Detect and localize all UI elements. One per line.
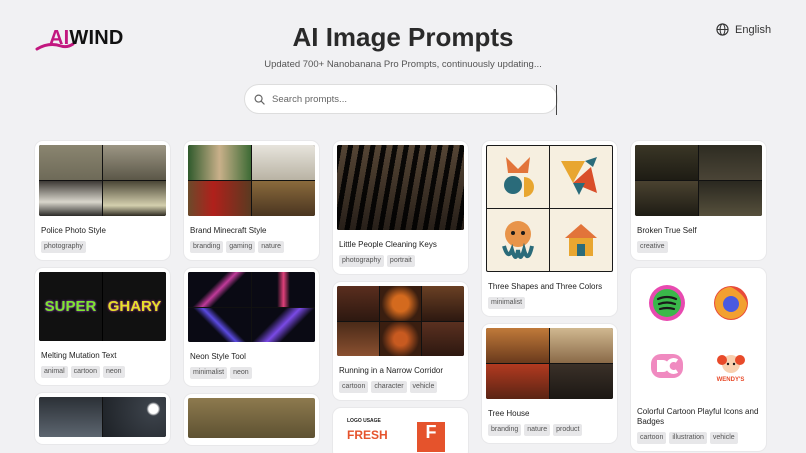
card-title: Colorful Cartoon Playful Icons and Badge…	[637, 407, 759, 426]
search-bar[interactable]	[244, 84, 558, 115]
column-2: Brand Minecraft Style branding gaming na…	[184, 141, 319, 453]
melt-text-ghary: GHARY	[103, 272, 166, 341]
prompt-card[interactable]	[184, 394, 319, 445]
bird-shapes-icon	[561, 157, 597, 195]
column-4: Three Shapes and Three Colors minimalist…	[482, 141, 617, 451]
tag[interactable]: creative	[637, 241, 668, 253]
page-title: AI Image Prompts	[292, 22, 514, 52]
melt-text-super: SUPER	[39, 272, 102, 341]
card-title: Little People Cleaning Keys	[339, 240, 437, 249]
firefox-badge-icon	[713, 286, 748, 320]
prompt-card[interactable]: Little People Cleaning Keys photography …	[333, 141, 468, 274]
card-title: Three Shapes and Three Colors	[488, 282, 603, 291]
prompt-card[interactable]	[35, 393, 170, 444]
tag[interactable]: cartoon	[637, 432, 667, 444]
tag[interactable]: vehicle	[709, 432, 738, 444]
tag[interactable]: neon	[230, 367, 252, 379]
card-thumbnail: LOGO USAGE FRESH F	[337, 412, 464, 452]
tag[interactable]: neon	[102, 366, 125, 378]
fox-shapes-icon	[504, 157, 534, 197]
tag[interactable]: gaming	[226, 241, 256, 253]
tag[interactable]: portrait	[386, 255, 415, 267]
card-tags: cartoon character vehicle	[339, 381, 464, 393]
card-tags: branding nature product	[488, 424, 613, 436]
tag[interactable]: branding	[488, 424, 522, 436]
card-thumbnail	[188, 272, 315, 342]
card-thumbnail	[188, 398, 315, 438]
tag[interactable]: branding	[190, 241, 224, 253]
tag[interactable]: photography	[339, 255, 384, 267]
prompt-card[interactable]: Running in a Narrow Corridor cartoon cha…	[333, 282, 468, 400]
search-icon	[254, 94, 265, 105]
card-tags: minimalist neon	[190, 367, 315, 379]
card-thumbnail	[635, 145, 762, 216]
prompt-card[interactable]: LOGO USAGE FRESH F	[333, 408, 468, 453]
brand-letter: F	[417, 422, 445, 452]
prompt-card[interactable]: Three Shapes and Three Colors minimalist	[482, 141, 617, 316]
tag[interactable]: vehicle	[409, 381, 438, 393]
prompt-card[interactable]: WENDY'S Colorful Cartoon Playful Icons a…	[631, 268, 766, 451]
card-title: Tree House	[488, 409, 530, 418]
card-thumbnail	[486, 328, 613, 399]
prompt-card[interactable]: Broken True Self creative	[631, 141, 766, 260]
card-thumbnail	[39, 397, 166, 437]
text-cursor	[556, 85, 557, 115]
spotify-badge-icon	[648, 285, 685, 321]
tag[interactable]: animal	[41, 366, 68, 378]
card-tags: cartoon illustration vehicle	[637, 432, 762, 444]
wendys-badge-text: WENDY'S	[716, 376, 745, 383]
card-tags: minimalist	[488, 297, 613, 309]
card-tags: photography portrait	[339, 255, 464, 267]
card-title: Running in a Narrow Corridor	[339, 366, 444, 375]
card-thumbnail	[188, 145, 315, 216]
search-input[interactable]	[272, 93, 532, 105]
tag[interactable]: character	[371, 381, 407, 393]
prompt-card[interactable]: Police Photo Style photography	[35, 141, 170, 260]
tag[interactable]: minimalist	[190, 367, 228, 379]
tag[interactable]: product	[553, 424, 583, 436]
tag[interactable]: photography	[41, 241, 86, 253]
page-subtitle: Updated 700+ Nanobanana Pro Prompts, con…	[264, 59, 542, 70]
card-thumbnail: SUPER GHARY	[39, 272, 166, 341]
prompt-card[interactable]: Neon Style Tool minimalist neon	[184, 268, 319, 386]
card-tags: photography	[41, 241, 166, 253]
tag[interactable]: cartoon	[339, 381, 369, 393]
tag[interactable]: nature	[258, 241, 285, 253]
tag[interactable]: nature	[524, 424, 551, 436]
octopus-shapes-icon	[502, 221, 534, 259]
dc-badge-icon	[650, 354, 683, 378]
card-title: Broken True Self	[637, 226, 697, 235]
card-tags: creative	[637, 241, 762, 253]
card-title: Neon Style Tool	[190, 352, 246, 361]
prompt-card[interactable]: SUPER GHARY Melting Mutation Text animal…	[35, 268, 170, 385]
card-title: Police Photo Style	[41, 226, 106, 235]
wendys-face-icon	[716, 354, 745, 373]
column-1: Police Photo Style photography SUPER GHA…	[35, 141, 170, 452]
card-tags: branding gaming nature	[190, 241, 315, 253]
card-title: Melting Mutation Text	[41, 351, 117, 360]
tag[interactable]: cartoon	[70, 366, 100, 378]
card-title: Brand Minecraft Style	[190, 226, 267, 235]
house-shapes-icon	[565, 224, 597, 256]
card-thumbnail: WENDY'S	[635, 272, 762, 397]
prompt-card[interactable]: Brand Minecraft Style branding gaming na…	[184, 141, 319, 260]
card-thumbnail	[39, 145, 166, 216]
prompt-card[interactable]: Tree House branding nature product	[482, 324, 617, 443]
card-thumbnail	[337, 145, 464, 230]
logo-usage-label: LOGO USAGE	[347, 418, 381, 424]
column-3: Little People Cleaning Keys photography …	[333, 141, 468, 453]
card-thumbnail	[486, 145, 613, 272]
column-5: Broken True Self creative WENDY'S Colorf…	[631, 141, 766, 453]
fresh-sign-text: FRESH	[347, 428, 388, 442]
tag[interactable]: illustration	[669, 432, 707, 444]
card-tags: animal cartoon neon	[41, 366, 166, 378]
tag[interactable]: minimalist	[488, 297, 526, 309]
card-thumbnail	[337, 286, 464, 356]
